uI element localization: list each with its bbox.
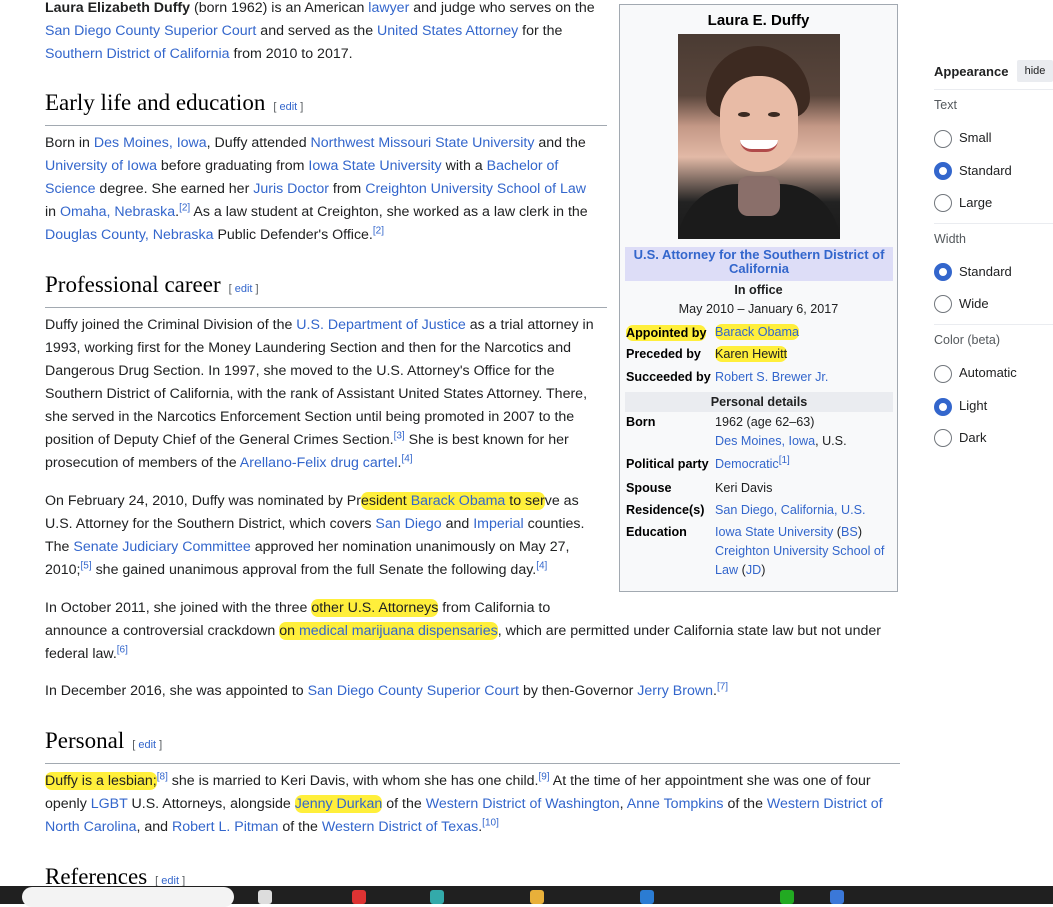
ref-4[interactable]: [4] — [401, 453, 412, 464]
career-paragraph-3: In October 2011, she joined with the thr… — [45, 599, 881, 662]
link-western-district-of[interactable]: Western District of — [767, 796, 883, 812]
highlight-mark-4: Duffy is a lesbian; — [45, 772, 157, 790]
radio-width-wide[interactable] — [934, 295, 952, 313]
subject-name: Laura Elizabeth Duffy — [45, 0, 191, 16]
browser-icon[interactable] — [430, 890, 444, 904]
link-barack-obama[interactable]: Barack Obama — [411, 493, 506, 509]
link-born-place[interactable]: Des Moines, Iowa — [715, 434, 815, 448]
radio-color-dark[interactable] — [934, 429, 952, 447]
link-north-carolina[interactable]: North Carolina — [45, 819, 136, 835]
link-senate-judiciary[interactable]: Senate Judiciary Committee — [73, 539, 250, 555]
ref-10[interactable]: [10] — [482, 817, 499, 828]
in-office-label: In office — [734, 283, 783, 297]
radio-width-standard[interactable] — [934, 263, 952, 281]
link-wd-washington[interactable]: Western District of Washington — [426, 796, 620, 812]
hide-button[interactable]: hide — [1017, 60, 1053, 82]
link-juris-doctor[interactable]: Juris Doctor — [253, 181, 329, 197]
heading-early-life: Early life and education[ edit ] — [45, 90, 607, 126]
link-anne-tompkins[interactable]: Anne Tompkins — [627, 796, 724, 812]
highlight-mark-2: other U.S. Attorneys — [311, 599, 439, 617]
link-des-moines[interactable]: Des Moines, Iowa — [94, 135, 207, 151]
career-paragraph-2: On February 24, 2010, Duffy was nominate… — [45, 492, 585, 578]
ref-8[interactable]: [8] — [157, 771, 168, 782]
radio-text-standard[interactable] — [934, 162, 952, 180]
calendar-icon[interactable] — [830, 890, 844, 904]
link-sd-superior-court[interactable]: San Diego County Superior Court — [308, 683, 519, 699]
width-section-label: Width — [934, 232, 966, 246]
link-robert-pitman[interactable]: Robert L. Pitman — [172, 819, 278, 835]
edit-link-career[interactable]: edit — [235, 283, 253, 295]
link-isu[interactable]: Iowa State University — [308, 158, 441, 174]
term-dates: May 2010 – January 6, 2017 — [678, 302, 839, 316]
early-life-paragraph: Born in Des Moines, Iowa, Duffy attended… — [45, 135, 588, 243]
link-lgbt[interactable]: LGBT — [91, 796, 128, 812]
radio-color-automatic[interactable] — [934, 365, 952, 383]
link-science[interactable]: Science — [45, 181, 95, 197]
link-doj[interactable]: U.S. Department of Justice — [296, 317, 466, 333]
link-jenny-durkan[interactable]: Jenny Durkan — [295, 796, 383, 812]
link-imperial[interactable]: Imperial — [473, 516, 523, 532]
personal-paragraph: Duffy is a lesbian;[8] she is married to… — [45, 771, 883, 835]
link-wd-texas[interactable]: Western District of Texas — [322, 819, 478, 835]
highlight-mark-3: on medical marijuana dispensaries — [279, 622, 498, 640]
personal-details-header: Personal details — [625, 392, 893, 412]
link-creighton-law[interactable]: Creighton University School of Law — [365, 181, 586, 197]
taskview-icon[interactable] — [258, 890, 272, 904]
ref-7[interactable]: [7] — [717, 681, 728, 692]
ref-4b[interactable]: [4] — [536, 560, 547, 571]
ref-5[interactable]: [5] — [81, 560, 92, 571]
edit-link-early[interactable]: edit — [279, 101, 297, 113]
link-arellano-felix[interactable]: Arellano-Felix drug cartel — [240, 455, 398, 471]
text-section-label: Text — [934, 98, 957, 112]
ref-9[interactable]: [9] — [538, 771, 549, 782]
highlight-mark-5: Jenny Durkan — [294, 795, 383, 813]
infobox: Laura E. Duffy U.S. Attorney for the Sou… — [619, 4, 898, 592]
preceded-value: Karen Hewitt — [715, 346, 788, 362]
radio-text-large[interactable] — [934, 194, 952, 212]
mail-icon[interactable] — [640, 890, 654, 904]
link-omaha[interactable]: Omaha, Nebraska — [60, 204, 175, 220]
link-lawyer[interactable]: lawyer — [368, 0, 409, 16]
heading-professional-career: Professional career[ edit ] — [45, 272, 607, 308]
taskbar-search[interactable] — [22, 887, 234, 907]
link-nwmsu[interactable]: Northwest Missouri State University — [311, 135, 535, 151]
link-douglas-county[interactable]: Douglas County, Nebraska — [45, 227, 214, 243]
link-district[interactable]: Southern District of California — [45, 46, 230, 62]
infobox-office[interactable]: U.S. Attorney for the Southern District … — [625, 247, 893, 281]
link-court[interactable]: San Diego County Superior Court — [45, 23, 256, 39]
edit-link-personal[interactable]: edit — [138, 739, 156, 751]
heading-personal: Personal[ edit ] — [45, 728, 900, 764]
link-obama-infobox[interactable]: Barack Obama — [715, 324, 799, 340]
radio-text-small[interactable] — [934, 130, 952, 148]
ref-2b[interactable]: [2] — [373, 225, 384, 236]
link-edu-creighton[interactable]: Creighton University School of — [715, 544, 884, 558]
ref-2[interactable]: [2] — [179, 202, 190, 213]
link-jerry-brown[interactable]: Jerry Brown — [637, 683, 713, 699]
ref-3[interactable]: [3] — [394, 430, 405, 441]
link-uiowa[interactable]: University of Iowa — [45, 158, 157, 174]
radio-color-light[interactable] — [934, 398, 952, 416]
link-medical-marijuana[interactable]: medical marijuana dispensaries — [299, 623, 498, 639]
intro-paragraph: Laura Elizabeth Duffy (born 1962) is an … — [45, 0, 595, 62]
folder-icon[interactable] — [530, 890, 544, 904]
link-bachelor[interactable]: Bachelor of — [487, 158, 559, 174]
link-residence[interactable]: San Diego, California, U.S. — [715, 503, 866, 517]
appearance-title: Appearance — [934, 64, 1009, 79]
portrait-photo[interactable] — [678, 34, 840, 239]
infobox-title: Laura E. Duffy — [707, 12, 810, 29]
link-democratic[interactable]: Democratic — [715, 457, 779, 471]
ref-1[interactable]: [1] — [779, 455, 790, 466]
taskbar — [0, 886, 1053, 907]
link-brewer[interactable]: Robert S. Brewer Jr. — [715, 370, 828, 384]
career-paragraph-4: In December 2016, she was appointed to S… — [45, 681, 729, 699]
link-us-attorney[interactable]: United States Attorney — [377, 23, 518, 39]
career-paragraph-1: Duffy joined the Criminal Division of th… — [45, 317, 594, 471]
chat-icon[interactable] — [780, 890, 794, 904]
color-section-label: Color (beta) — [934, 333, 1000, 347]
link-san-diego[interactable]: San Diego — [375, 516, 441, 532]
ref-6[interactable]: [6] — [117, 644, 128, 655]
app-icon[interactable] — [352, 890, 366, 904]
link-edu-isu[interactable]: Iowa State University — [715, 525, 833, 539]
highlight-mark: esident Barack Obama to ser — [360, 492, 545, 510]
